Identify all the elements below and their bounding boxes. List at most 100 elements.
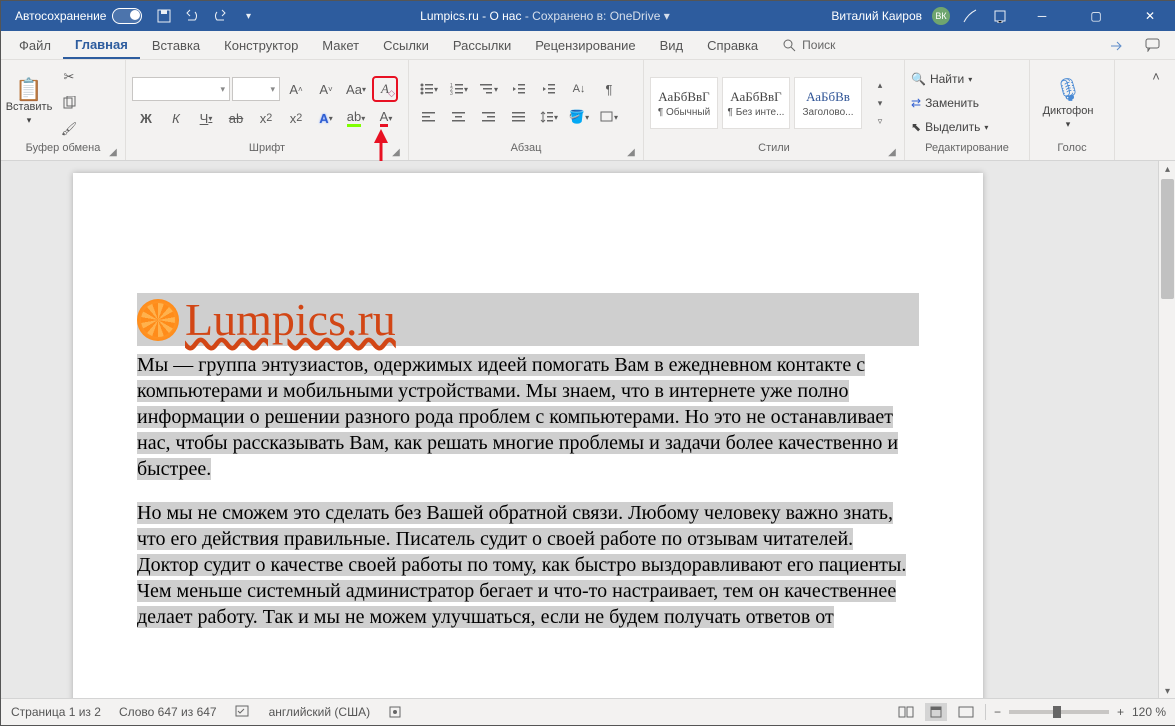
dictate-button[interactable]: 🎙 Диктофон ▾ xyxy=(1036,64,1100,142)
minimize-button[interactable]: ─ xyxy=(1020,1,1064,31)
page[interactable]: Lumpics.ru Мы — группа энтузиастов, одер… xyxy=(73,173,983,699)
subscript-button[interactable]: x2 xyxy=(252,106,280,130)
redo-icon[interactable] xyxy=(210,6,230,26)
autosave-label: Автосохранение xyxy=(15,9,106,23)
dialog-launcher-icon[interactable]: ◢ xyxy=(107,146,119,158)
tab-review[interactable]: Рецензирование xyxy=(523,31,647,59)
style-heading1[interactable]: АаБбВвЗаголово... xyxy=(794,77,862,129)
justify-button[interactable] xyxy=(505,105,533,129)
increase-indent-button[interactable] xyxy=(535,77,563,101)
increase-font-button[interactable]: A˄ xyxy=(282,77,310,101)
scroll-down-icon[interactable]: ▾ xyxy=(1159,683,1175,699)
collapse-ribbon-button[interactable]: ˄ xyxy=(1142,64,1170,88)
comments-button[interactable] xyxy=(1140,34,1166,56)
styles-scroll-down[interactable]: ▾ xyxy=(866,94,894,112)
sort-button[interactable]: A↓ xyxy=(565,77,593,101)
bullets-button[interactable]: ▾ xyxy=(415,77,443,101)
view-web-button[interactable] xyxy=(955,703,977,721)
style-normal[interactable]: АаБбВвГ¶ Обычный xyxy=(650,77,718,129)
autosave-toggle[interactable] xyxy=(112,8,142,24)
vertical-scrollbar[interactable]: ▴ ▾ xyxy=(1158,161,1175,699)
save-icon[interactable] xyxy=(154,6,174,26)
tab-layout[interactable]: Макет xyxy=(310,31,371,59)
share-button[interactable] xyxy=(1104,34,1130,56)
status-language[interactable]: английский (США) xyxy=(269,705,370,719)
align-right-button[interactable] xyxy=(475,105,503,129)
format-painter-button[interactable]: 🖌 xyxy=(55,117,83,141)
dialog-launcher-icon[interactable]: ◢ xyxy=(625,146,637,158)
highlight-button[interactable]: ab▾ xyxy=(342,106,370,130)
font-color-button[interactable]: A▾ xyxy=(372,106,400,130)
text-effects-button[interactable]: A▾ xyxy=(312,106,340,130)
maximize-button[interactable]: ▢ xyxy=(1074,1,1118,31)
shading-button[interactable]: 🪣▾ xyxy=(565,105,593,129)
find-button[interactable]: 🔍Найти▾ xyxy=(911,68,988,90)
macro-icon[interactable] xyxy=(388,705,402,719)
ribbon-options-icon[interactable] xyxy=(990,6,1010,26)
tab-design[interactable]: Конструктор xyxy=(212,31,310,59)
tab-references[interactable]: Ссылки xyxy=(371,31,441,59)
spellcheck-icon[interactable] xyxy=(235,705,251,719)
scrollbar-thumb[interactable] xyxy=(1161,179,1174,299)
view-print-button[interactable] xyxy=(925,703,947,721)
clear-formatting-button[interactable]: A◇ xyxy=(372,76,398,102)
multilevel-list-button[interactable]: ▾ xyxy=(475,77,503,101)
chevron-down-icon: ▾ xyxy=(27,115,32,126)
undo-icon[interactable] xyxy=(182,6,202,26)
copy-button[interactable] xyxy=(55,91,83,115)
user-name[interactable]: Виталий Каиров xyxy=(831,9,922,23)
scroll-up-icon[interactable]: ▴ xyxy=(1159,161,1175,177)
avatar[interactable]: ВК xyxy=(932,7,950,25)
replace-button[interactable]: ⇄Заменить xyxy=(911,92,988,114)
title-dropdown-icon[interactable]: ▾ xyxy=(664,9,670,23)
decrease-font-button[interactable]: A˅ xyxy=(312,77,340,101)
borders-button[interactable]: ▾ xyxy=(595,105,623,129)
dialog-launcher-icon[interactable]: ◢ xyxy=(886,146,898,158)
select-button[interactable]: ⬉Выделить▾ xyxy=(911,116,988,138)
zoom-level[interactable]: 120 % xyxy=(1132,705,1166,719)
paste-label: Вставить xyxy=(6,101,53,113)
superscript-button[interactable]: x2 xyxy=(282,106,310,130)
decrease-indent-button[interactable] xyxy=(505,77,533,101)
strikethrough-button[interactable]: ab xyxy=(222,106,250,130)
font-size-select[interactable]: ▾ xyxy=(232,77,280,101)
font-family-select[interactable]: ▾ xyxy=(132,77,230,101)
zoom-in-button[interactable]: + xyxy=(1117,705,1124,719)
status-page[interactable]: Страница 1 из 2 xyxy=(11,705,101,719)
underline-button[interactable]: Ч▾ xyxy=(192,106,220,130)
cut-button[interactable]: ✂ xyxy=(55,65,83,89)
change-case-button[interactable]: Aa▾ xyxy=(342,77,370,101)
numbering-button[interactable]: 123▾ xyxy=(445,77,473,101)
zoom-out-button[interactable]: − xyxy=(994,705,1001,719)
tab-home[interactable]: Главная xyxy=(63,31,140,59)
title: Lumpics.ru - О нас - Сохранено в: OneDri… xyxy=(258,9,831,23)
line-spacing-button[interactable]: ▾ xyxy=(535,105,563,129)
align-center-button[interactable] xyxy=(445,105,473,129)
tab-view[interactable]: Вид xyxy=(648,31,696,59)
zoom-slider[interactable] xyxy=(1009,710,1109,714)
chevron-down-icon: ▾ xyxy=(220,84,225,95)
dialog-launcher-icon[interactable]: ◢ xyxy=(390,146,402,158)
bold-button[interactable]: Ж xyxy=(132,106,160,130)
view-read-button[interactable] xyxy=(895,703,917,721)
qat-more-icon[interactable]: ▾ xyxy=(238,6,258,26)
status-words[interactable]: Слово 647 из 647 xyxy=(119,705,217,719)
show-marks-button[interactable]: ¶ xyxy=(595,77,623,101)
tab-file[interactable]: Файл xyxy=(7,31,63,59)
autosave[interactable]: Автосохранение xyxy=(1,8,142,24)
paste-button[interactable]: 📋 Вставить ▾ xyxy=(7,64,51,142)
tab-mailings[interactable]: Рассылки xyxy=(441,31,523,59)
tab-help[interactable]: Справка xyxy=(695,31,770,59)
close-button[interactable]: ✕ xyxy=(1128,1,1172,31)
style-no-spacing[interactable]: АаБбВвГ¶ Без инте... xyxy=(722,77,790,129)
italic-button[interactable]: К xyxy=(162,106,190,130)
brand-heading: Lumpics.ru xyxy=(185,293,396,346)
page-content: Lumpics.ru Мы — группа энтузиастов, одер… xyxy=(73,173,983,630)
paragraph-2: Но мы не сможем это сделать без Вашей об… xyxy=(137,502,906,628)
search-box[interactable]: Поиск xyxy=(782,31,835,59)
align-left-button[interactable] xyxy=(415,105,443,129)
styles-gallery-expand[interactable]: ▿ xyxy=(866,112,894,130)
draw-mode-icon[interactable] xyxy=(960,6,980,26)
tab-insert[interactable]: Вставка xyxy=(140,31,212,59)
styles-scroll-up[interactable]: ▴ xyxy=(866,76,894,94)
